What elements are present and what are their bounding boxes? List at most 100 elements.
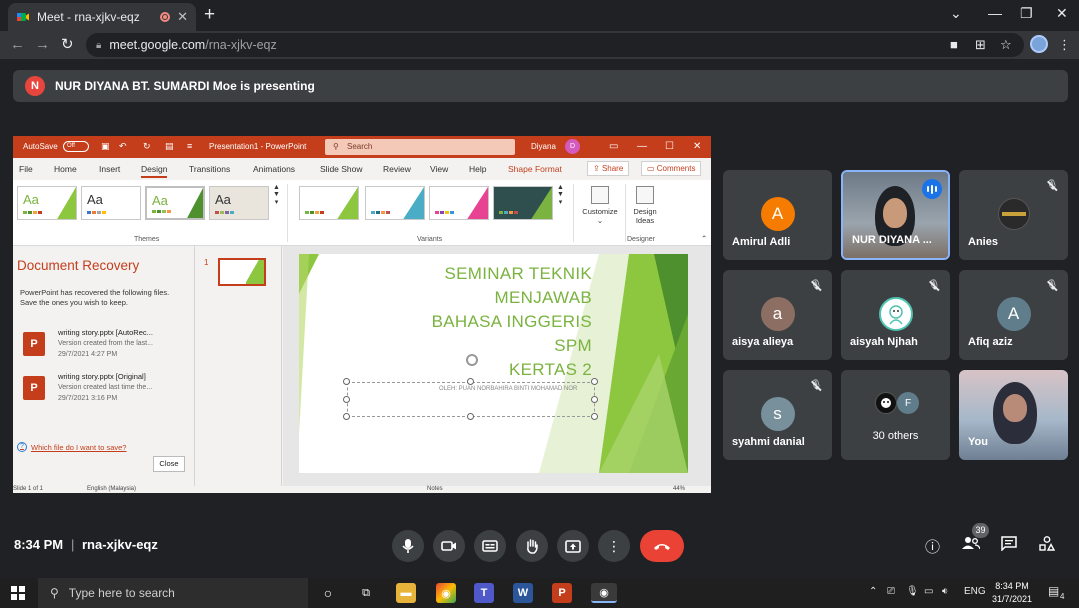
tab-transitions[interactable]: Transitions <box>189 164 230 174</box>
present-icon[interactable]: ▤ <box>165 141 174 152</box>
variant-thumb-1[interactable] <box>299 186 359 220</box>
slide-title[interactable]: SEMINAR TEKNIK MENJAWAB BAHASA INGGERIS … <box>372 262 592 382</box>
current-slide[interactable]: SEMINAR TEKNIK MENJAWAB BAHASA INGGERIS … <box>299 254 688 473</box>
activities-icon[interactable] <box>1039 536 1056 555</box>
theme-thumb-4[interactable]: Aa <box>209 186 269 220</box>
design-ideas-button[interactable]: Design Ideas <box>627 186 663 225</box>
participant-tile-you[interactable]: You <box>959 370 1068 460</box>
new-tab-button[interactable]: + <box>204 5 215 25</box>
participant-tile-others[interactable]: F 30 others <box>841 370 950 460</box>
shared-screen-powerpoint[interactable]: AutoSave Off ▣ ↶ ↻ ▤ ≡ Presentation1 - P… <box>13 136 711 493</box>
minimize-icon[interactable]: — <box>988 5 1002 21</box>
resize-handle[interactable] <box>467 413 474 420</box>
captions-button[interactable] <box>474 530 506 562</box>
windows-start-icon[interactable] <box>11 586 25 600</box>
slide-thumbnail[interactable] <box>218 258 266 286</box>
themes-scroll-icon[interactable]: ▲ ▼ ▾ <box>273 184 280 206</box>
ppt-close-icon[interactable]: ✕ <box>693 141 701 152</box>
autosave-toggle[interactable]: Off <box>63 141 89 152</box>
microphone-button[interactable] <box>392 530 424 562</box>
back-icon[interactable]: ← <box>10 35 25 55</box>
tab-help[interactable]: Help <box>469 164 486 174</box>
resize-handle[interactable] <box>467 378 474 385</box>
redo-icon[interactable]: ↻ <box>143 141 151 152</box>
tab-home[interactable]: Home <box>54 164 77 174</box>
tray-expand-icon[interactable]: ⌃ <box>869 586 877 597</box>
tab-animations[interactable]: Animations <box>253 164 295 174</box>
participant-tile-nur-diyana[interactable]: NUR DIYANA ... <box>841 170 950 260</box>
reload-icon[interactable]: ↻ <box>61 35 74 55</box>
tab-insert[interactable]: Insert <box>99 164 120 174</box>
resize-handle[interactable] <box>591 378 598 385</box>
chrome-active-icon[interactable]: ◉ <box>591 583 617 603</box>
tab-search-icon[interactable]: ⌄ <box>950 5 962 22</box>
recovery-file-item[interactable]: P writing story.pptx [AutoRec... Version… <box>23 328 188 364</box>
resize-handle[interactable] <box>343 396 350 403</box>
tab-slide-show[interactable]: Slide Show <box>320 164 363 174</box>
bookmark-star-icon[interactable]: ☆ <box>1000 37 1012 53</box>
camera-button[interactable] <box>433 530 465 562</box>
variant-thumb-3[interactable] <box>429 186 489 220</box>
maximize-icon[interactable]: ❐ <box>1020 5 1033 22</box>
tab-review[interactable]: Review <box>383 164 411 174</box>
recovery-close-button[interactable]: Close <box>153 456 185 472</box>
recovery-file-item[interactable]: P writing story.pptx [Original] Version … <box>23 372 188 408</box>
browser-menu-icon[interactable]: ⋮ <box>1058 37 1071 53</box>
ppt-maximize-icon[interactable]: ☐ <box>665 141 674 152</box>
mic-tray-icon[interactable]: 🎙︎ <box>906 586 919 597</box>
tab-shape-format[interactable]: Shape Format <box>508 164 562 174</box>
task-view-icon[interactable]: ⧉ <box>356 583 376 603</box>
customize-quick-access-icon[interactable]: ≡ <box>187 141 192 151</box>
theme-thumb-2[interactable]: Aa <box>81 186 141 220</box>
collapse-ribbon-icon[interactable]: ⌃ <box>701 234 707 243</box>
participant-tile-aisya-alieya[interactable]: 🎙︎ a aisya alieya <box>723 270 832 360</box>
camera-in-use-icon[interactable]: ■ <box>950 37 958 52</box>
resize-handle[interactable] <box>343 378 350 385</box>
word-icon[interactable]: W <box>513 583 533 603</box>
rotate-handle-icon[interactable] <box>466 354 478 366</box>
raise-hand-button[interactable] <box>516 530 548 562</box>
save-icon[interactable]: ▣ <box>101 141 110 152</box>
participant-tile-afiq-aziz[interactable]: 🎙︎ A Afiq aziz <box>959 270 1068 360</box>
resize-handle[interactable] <box>591 413 598 420</box>
variant-thumb-2[interactable] <box>365 186 425 220</box>
forward-icon[interactable]: → <box>35 35 50 55</box>
variants-scroll-icon[interactable]: ▲ ▼ ▾ <box>557 184 564 206</box>
participant-tile-syahmi-danial[interactable]: 🎙︎ s syahmi danial <box>723 370 832 460</box>
battery-icon[interactable]: ▭ <box>924 586 933 597</box>
meet-now-icon[interactable]: ⎚ <box>887 586 895 597</box>
input-language[interactable]: ENG <box>964 586 986 597</box>
present-now-button[interactable] <box>557 530 589 562</box>
chat-icon[interactable] <box>1001 536 1017 555</box>
participant-tile-amirul-adli[interactable]: A Amirul Adli <box>723 170 832 260</box>
chrome-icon[interactable]: ◉ <box>436 583 456 603</box>
meeting-details-icon[interactable]: ⓘ <box>925 536 940 557</box>
browser-tab[interactable]: Meet - rna-xjkv-eqz ✕ <box>8 3 196 31</box>
resize-handle[interactable] <box>343 413 350 420</box>
customize-button[interactable]: Customize ⌄ <box>579 186 621 225</box>
ppt-user-avatar[interactable]: D <box>565 139 580 154</box>
cortana-icon[interactable]: ○ <box>318 583 338 603</box>
file-explorer-icon[interactable]: ▬ <box>396 583 416 603</box>
powerpoint-icon[interactable]: P <box>552 583 572 603</box>
teams-icon[interactable]: T <box>474 583 494 603</box>
ppt-comments-button[interactable]: ▭ Comments <box>641 161 702 176</box>
address-bar[interactable]: 🔒︎ meet.google.com /rna-xjkv-eqz <box>86 33 1024 57</box>
slide-subtitle[interactable]: OLEH: PUAN NORBAHIRA BINTI MOHAMAD NOR <box>439 386 577 392</box>
people-icon[interactable] <box>962 536 981 554</box>
participant-tile-aisyah-njhah[interactable]: 🎙︎ aisyah Njhah <box>841 270 950 360</box>
ppt-ribbon-display-icon[interactable]: ▭ <box>609 141 618 152</box>
volume-icon[interactable]: 🔉︎ <box>942 586 948 597</box>
variant-thumb-4[interactable] <box>493 186 553 220</box>
undo-icon[interactable]: ↶ <box>119 141 127 152</box>
profile-avatar[interactable] <box>1030 35 1048 53</box>
tab-file[interactable]: File <box>19 164 33 174</box>
notifications-icon[interactable]: ▤ <box>1048 584 1059 598</box>
ppt-search-box[interactable]: ⚲ Search <box>325 139 515 155</box>
tab-close-icon[interactable]: ✕ <box>177 9 188 25</box>
ppt-share-button[interactable]: ⇪ Share <box>587 161 630 176</box>
tab-design[interactable]: Design <box>141 164 168 178</box>
more-options-button[interactable]: ⋮ <box>598 530 630 562</box>
taskbar-search-box[interactable]: ⚲ Type here to search <box>38 578 308 608</box>
theme-thumb-3[interactable]: Aa <box>145 186 205 220</box>
